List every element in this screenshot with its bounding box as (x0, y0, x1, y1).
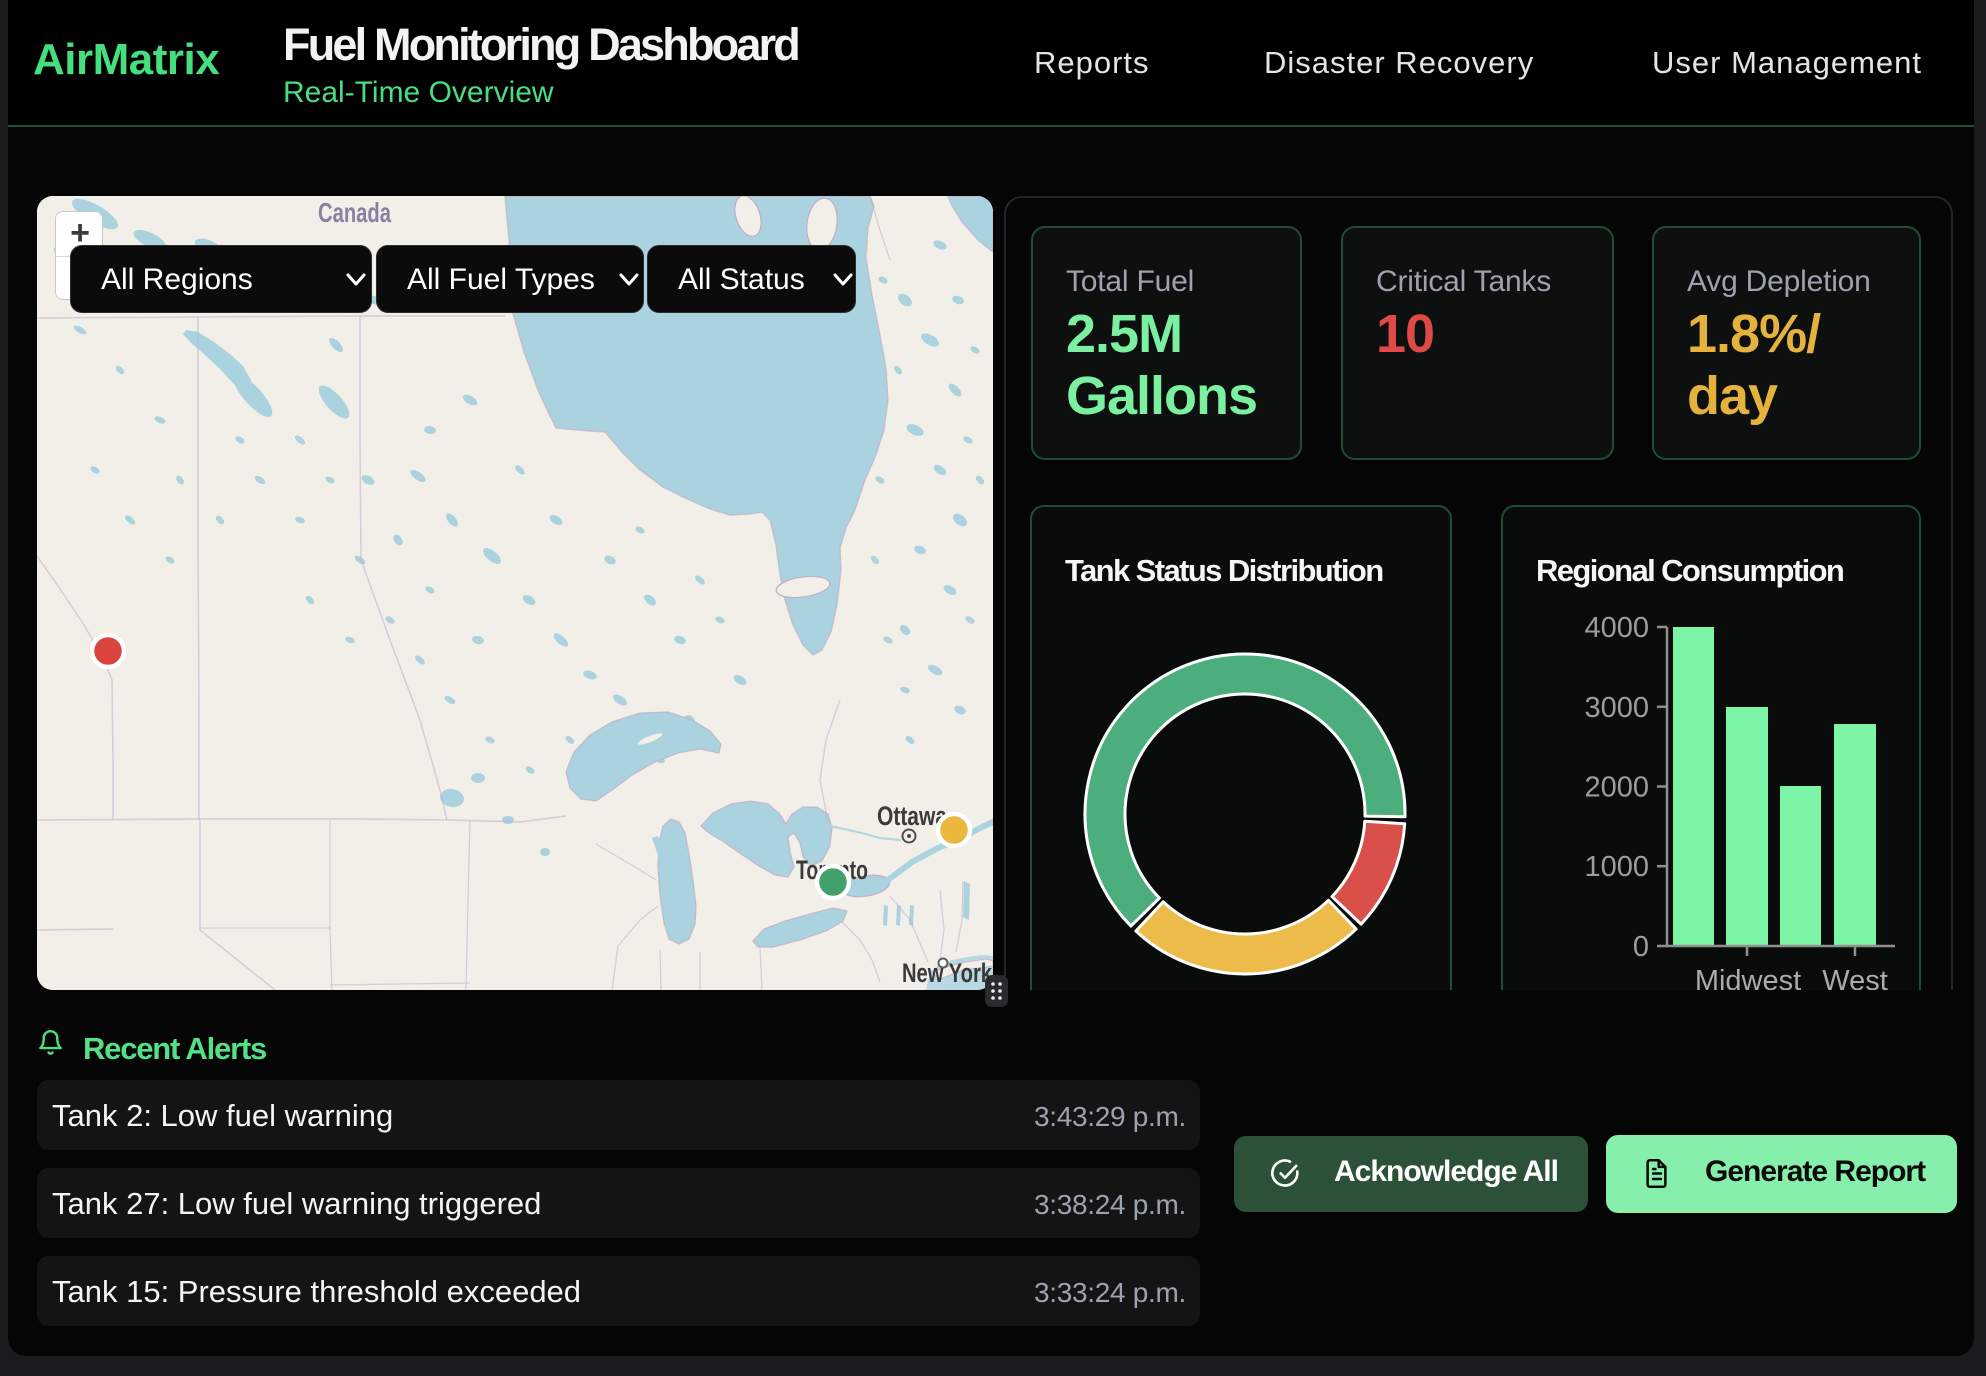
svg-text:3000: 3000 (1584, 692, 1649, 724)
svg-text:1000: 1000 (1584, 851, 1649, 883)
svg-text:4000: 4000 (1584, 612, 1649, 644)
svg-text:0: 0 (1633, 931, 1649, 963)
svg-text:New York: New York (902, 958, 993, 988)
svg-text:Canada: Canada (318, 197, 391, 228)
svg-text:Midwest: Midwest (1695, 965, 1801, 992)
svg-text:West: West (1822, 965, 1888, 992)
svg-text:2000: 2000 (1584, 772, 1649, 804)
